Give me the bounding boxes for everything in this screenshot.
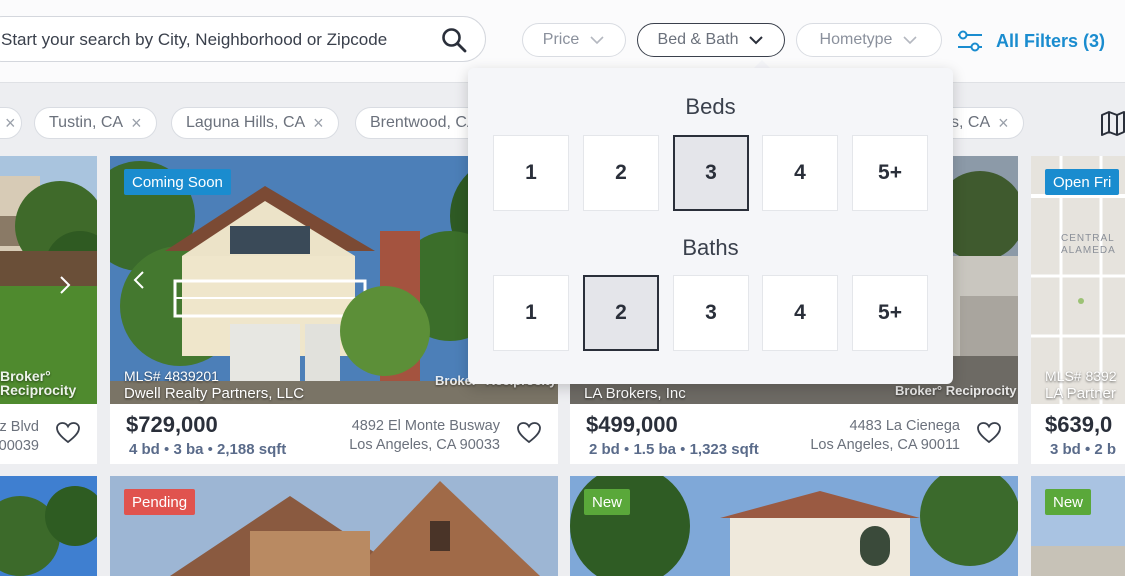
location-chip[interactable]: Tustin, CA × xyxy=(34,107,157,139)
map-label-line: ALAMEDA xyxy=(1061,245,1116,256)
map-area-label: CENTRAL ALAMEDA xyxy=(1061,233,1116,257)
hometype-filter-button[interactable]: Hometype xyxy=(796,23,942,57)
beds-title: Beds xyxy=(685,94,736,119)
close-icon[interactable]: × xyxy=(313,114,324,132)
close-icon[interactable]: × xyxy=(131,114,142,132)
listing-specs: 3 bd • 2 b xyxy=(1050,441,1117,458)
status-badge: Open Fri xyxy=(1045,169,1120,195)
listing-price: $639,0 xyxy=(1045,412,1113,437)
bed-bath-filter-button[interactable]: Bed & Bath xyxy=(637,23,785,57)
chip-label: s, CA xyxy=(951,114,991,131)
spec-sqft: 2,188 sqft xyxy=(217,441,287,458)
location-chip[interactable]: × xyxy=(0,107,22,139)
heart-icon[interactable] xyxy=(516,421,542,445)
listing-price: $499,000 xyxy=(586,412,678,437)
brokerage-name: LA Brokers, Inc xyxy=(584,385,686,402)
address-street: 4483 La Cienega xyxy=(849,418,960,434)
chevron-down-icon xyxy=(903,36,918,45)
mls-number: MLS# 8392 xyxy=(1045,368,1117,384)
broker-reciprocity-watermark: Broker° Reciprocity xyxy=(895,383,1017,398)
beds-option-1[interactable]: 1 xyxy=(493,135,569,211)
beds-option-2[interactable]: 2 xyxy=(583,135,659,211)
heart-icon[interactable] xyxy=(976,421,1002,445)
close-icon[interactable]: × xyxy=(998,114,1009,132)
listing-map-thumbnail[interactable]: Open Fri CENTRAL ALAMEDA MLS# 8392 LA Pa… xyxy=(1031,156,1125,404)
chevron-down-icon xyxy=(749,36,764,45)
address-city: 00039 xyxy=(0,438,39,454)
price-filter-button[interactable]: Price xyxy=(522,23,626,57)
chip-label: Laguna Hills, CA xyxy=(186,114,306,131)
listing-mls: MLS# 8392 LA Partner xyxy=(1045,368,1117,402)
listing-address: 4892 El Monte Busway Los Angeles, CA 900… xyxy=(349,417,500,455)
chevron-left-icon[interactable] xyxy=(132,269,146,291)
status-badge: Coming Soon xyxy=(124,169,231,195)
search-input[interactable] xyxy=(1,30,421,50)
address-city: Los Angeles, CA 90011 xyxy=(810,437,960,453)
baths-option-1[interactable]: 1 xyxy=(493,275,569,351)
spec-beds: 4 bd xyxy=(129,441,160,458)
baths-option-2[interactable]: 2 xyxy=(583,275,659,351)
mls-number: MLS# 4839201 xyxy=(124,368,219,384)
listing-card[interactable]: New xyxy=(1031,476,1125,576)
search-icon[interactable] xyxy=(441,27,467,53)
baths-option-5-plus[interactable]: 5+ xyxy=(852,275,928,351)
map-icon[interactable] xyxy=(1100,110,1125,136)
listing-specs: 4 bd • 3 ba • 2,188 sqft xyxy=(129,441,287,458)
status-badge: New xyxy=(1045,489,1092,515)
listing-card[interactable]: Broker° Reciprocity z Blvd 00039 xyxy=(0,156,97,464)
listing-card[interactable]: New xyxy=(570,476,1018,576)
listing-specs: 2 bd • 1.5 ba • 1,323 sqft xyxy=(589,441,759,458)
chip-label: Tustin, CA xyxy=(49,114,124,131)
baths-option-3[interactable]: 3 xyxy=(673,275,749,351)
listing-address: 4483 La Cienega Los Angeles, CA 90011 xyxy=(810,417,960,455)
chevron-right-icon[interactable] xyxy=(58,274,72,296)
beds-option-5-plus[interactable]: 5+ xyxy=(852,135,928,211)
house-photo xyxy=(570,476,1018,576)
location-chip[interactable]: Laguna Hills, CA × xyxy=(171,107,339,139)
status-badge: New xyxy=(584,489,631,515)
address-street: 4892 El Monte Busway xyxy=(351,418,500,434)
price-filter-label: Price xyxy=(542,31,580,48)
listing-mls: MLS# 4839201 Dwell Realty Partners, LLC xyxy=(124,368,304,402)
listing-price: $729,000 xyxy=(126,412,218,437)
map-label-line: CENTRAL xyxy=(1061,233,1115,244)
house-photo xyxy=(0,156,97,404)
beds-option-3[interactable]: 3 xyxy=(673,135,749,211)
address-city: Los Angeles, CA 90033 xyxy=(349,437,500,453)
close-icon[interactable]: × xyxy=(5,114,16,132)
chevron-down-icon xyxy=(590,36,604,45)
bed-bath-dropdown: Beds 1 2 3 4 5+ Baths 1 2 3 4 5+ xyxy=(468,68,953,384)
brokerage-name: LA Partner xyxy=(1045,385,1116,402)
broker-reciprocity-watermark: Broker° Reciprocity xyxy=(0,368,77,398)
baths-option-4[interactable]: 4 xyxy=(762,275,838,351)
listing-card[interactable] xyxy=(0,476,97,576)
spec-sqft: 1,323 sqft xyxy=(689,441,759,458)
listing-address: z Blvd 00039 xyxy=(0,418,39,456)
spec-baths: 1.5 ba xyxy=(633,441,676,458)
listing-card[interactable]: Pending xyxy=(110,476,558,576)
status-badge: Pending xyxy=(124,489,196,515)
hometype-filter-label: Hometype xyxy=(819,31,893,48)
spec-baths: 3 ba xyxy=(173,441,204,458)
bed-bath-filter-label: Bed & Bath xyxy=(657,31,739,48)
heart-icon[interactable] xyxy=(55,421,81,445)
baths-title: Baths xyxy=(682,235,739,260)
spec-beds: 2 bd xyxy=(589,441,620,458)
sliders-icon xyxy=(958,30,982,52)
brokerage-name: Dwell Realty Partners, LLC xyxy=(124,385,305,402)
beds-option-4[interactable]: 4 xyxy=(762,135,838,211)
listing-photo[interactable]: Broker° Reciprocity xyxy=(0,156,97,404)
chip-label: Brentwood, CA xyxy=(370,114,478,131)
house-photo xyxy=(0,476,97,576)
search-box[interactable] xyxy=(0,16,486,62)
listing-card[interactable]: Open Fri CENTRAL ALAMEDA MLS# 8392 LA Pa… xyxy=(1031,156,1125,464)
address-street: z Blvd xyxy=(0,419,39,435)
all-filters-label: All Filters (3) xyxy=(996,30,1106,51)
all-filters-button[interactable]: All Filters (3) xyxy=(956,28,1105,54)
